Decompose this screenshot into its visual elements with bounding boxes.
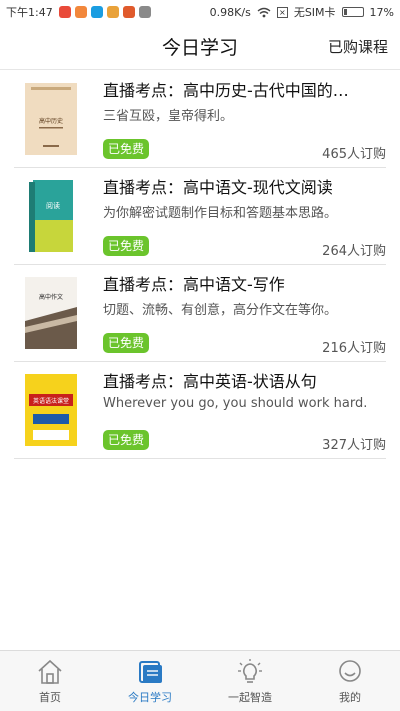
- course-cover-image: 阅读: [29, 180, 73, 252]
- cover-title: 高中作文: [39, 293, 63, 301]
- course-description: 为你解密试题制作目标和答题基本思路。: [103, 206, 338, 221]
- status-time: 下午1:47: [6, 6, 53, 19]
- course-item[interactable]: 阅读 直播考点：高中语文-现代文阅读 为你解密试题制作目标和答题基本思路。 已免…: [14, 168, 386, 265]
- cover-title: 阅读: [46, 201, 60, 210]
- course-title: 直播考点：高中语文-现代文阅读: [103, 178, 333, 197]
- course-description: 切题、流畅、有创意，高分作文在等你。: [103, 303, 338, 318]
- course-description: Wherever you go, you should work hard.: [103, 396, 368, 411]
- profile-icon: [339, 660, 361, 682]
- subscriber-count: 327人订购: [322, 438, 386, 453]
- tab-create-together[interactable]: 一起智造: [200, 651, 300, 711]
- cover-title: 英语语法课堂: [33, 397, 69, 405]
- tab-today-study[interactable]: 今日学习: [100, 651, 200, 711]
- course-description: 三省互殴，皇帝得利。: [103, 109, 234, 124]
- notification-app-icon: [74, 6, 87, 18]
- wifi-icon: [257, 7, 271, 17]
- bottom-tab-bar: 首页 今日学习 一起智造 我的: [0, 650, 400, 711]
- notification-app-icon: [122, 6, 135, 18]
- course-cover-image: 高中历史: [25, 83, 77, 155]
- course-title: 直播考点：高中历史-古代中国的…: [103, 81, 349, 100]
- free-badge: 已免费: [103, 236, 150, 256]
- subscriber-count: 264人订购: [322, 244, 386, 259]
- course-cover-image: 英语语法课堂: [25, 374, 77, 446]
- network-speed: 0.98K/s: [209, 5, 251, 19]
- course-list: 高中历史 直播考点：高中历史-古代中国的… 三省互殴，皇帝得利。 已免费 465…: [14, 71, 386, 459]
- course-title: 直播考点：高中英语-状语从句: [103, 372, 317, 391]
- battery-icon: [341, 7, 364, 17]
- course-cover-image: 高中作文: [25, 277, 77, 349]
- course-item[interactable]: 高中作文 直播考点：高中语文-写作 切题、流畅、有创意，高分作文在等你。 已免费…: [14, 265, 386, 362]
- sim-status: 无SIM卡: [293, 6, 336, 19]
- tab-label: 我的: [339, 691, 361, 704]
- battery-level: 17%: [369, 5, 394, 19]
- notification-app-icon: [138, 6, 151, 18]
- notification-app-icon: [106, 6, 119, 18]
- app-header: 今日学习 已购课程: [0, 24, 400, 70]
- notification-app-icon: [58, 6, 71, 18]
- free-badge: 已免费: [103, 139, 150, 159]
- no-sim-icon: ×: [276, 6, 288, 18]
- tab-home[interactable]: 首页: [0, 651, 100, 711]
- notification-app-icon: [90, 6, 103, 18]
- course-item[interactable]: 高中历史 直播考点：高中历史-古代中国的… 三省互殴，皇帝得利。 已免费 465…: [14, 71, 386, 168]
- book-icon: [139, 661, 162, 683]
- notification-icons: [58, 6, 151, 18]
- tab-label: 今日学习: [128, 691, 172, 704]
- subscriber-count: 465人订购: [322, 147, 386, 162]
- page-title: 今日学习: [161, 37, 238, 59]
- status-bar: 下午1:47 0.98K/s × 无SIM卡 17%: [0, 0, 400, 24]
- purchased-courses-link[interactable]: 已购课程: [328, 36, 388, 57]
- subscriber-count: 216人订购: [322, 341, 386, 356]
- home-icon: [38, 659, 62, 684]
- tab-label: 首页: [39, 691, 61, 704]
- course-item[interactable]: 英语语法课堂 直播考点：高中英语-状语从句 Wherever you go, y…: [14, 362, 386, 459]
- tab-label: 一起智造: [228, 691, 272, 704]
- free-badge: 已免费: [103, 430, 150, 450]
- free-badge: 已免费: [103, 333, 150, 353]
- bulb-icon: [238, 659, 262, 683]
- tab-mine[interactable]: 我的: [300, 651, 400, 711]
- course-title: 直播考点：高中语文-写作: [103, 275, 285, 294]
- cover-title: 高中历史: [39, 117, 63, 125]
